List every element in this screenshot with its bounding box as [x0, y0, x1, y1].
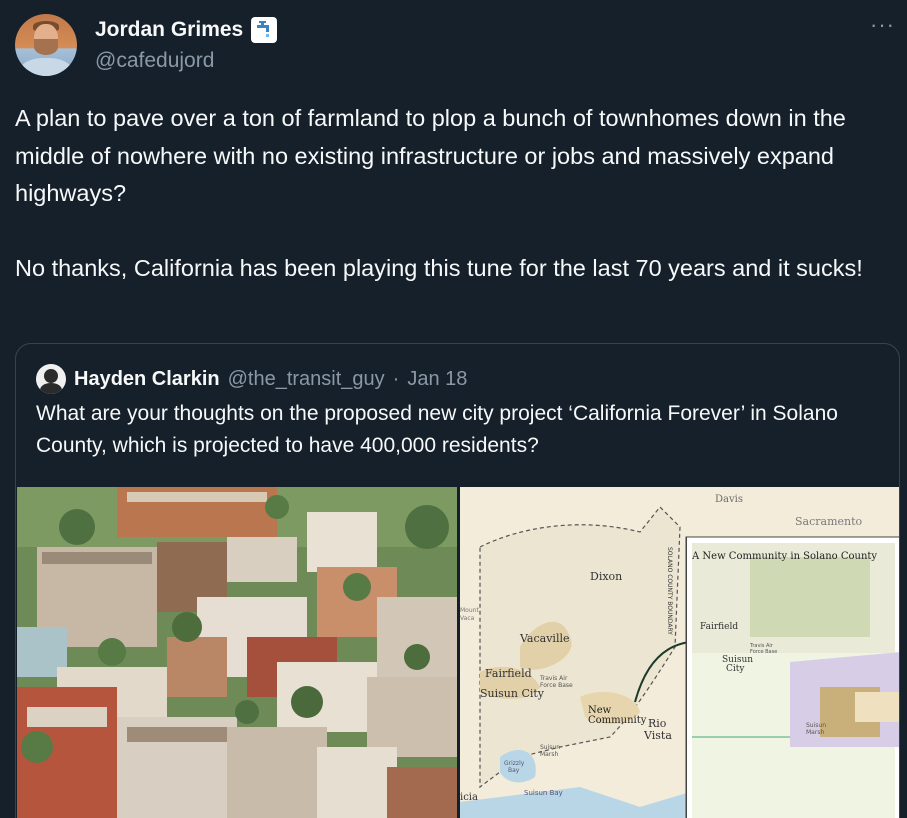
- svg-text:Sacramento: Sacramento: [795, 515, 863, 528]
- more-options-button[interactable]: ···: [870, 12, 895, 38]
- quoted-tweet-header: Hayden Clarkin @the_transit_guy · Jan 18: [36, 364, 467, 394]
- svg-text:A New Community in Solano Coun: A New Community in Solano County: [691, 551, 877, 562]
- svg-text:Force Base: Force Base: [750, 649, 777, 655]
- svg-text:Fairfield: Fairfield: [485, 667, 532, 680]
- quoted-tweet-text: What are your thoughts on the proposed n…: [36, 402, 838, 457]
- quoted-author-name[interactable]: Hayden Clarkin: [74, 368, 220, 391]
- svg-text:Vista: Vista: [643, 729, 672, 742]
- svg-text:City: City: [726, 664, 745, 674]
- svg-text:Travis Air: Travis Air: [539, 675, 568, 682]
- map-image[interactable]: Davis Sacramento Dixon Vacaville Fairfie…: [460, 487, 899, 818]
- svg-text:Grizzly: Grizzly: [504, 760, 525, 767]
- svg-text:Suisun Bay: Suisun Bay: [524, 789, 563, 797]
- svg-text:Marsh: Marsh: [806, 729, 824, 736]
- rendering-image[interactable]: [17, 487, 457, 818]
- quoted-author-avatar[interactable]: [36, 364, 66, 394]
- quoted-date[interactable]: Jan 18: [407, 368, 467, 391]
- svg-text:Dixon: Dixon: [590, 570, 622, 583]
- tweet-text: A plan to pave over a ton of farmland to…: [15, 105, 863, 281]
- author-avatar[interactable]: [15, 14, 77, 76]
- svg-text:SOLANO COUNTY BOUNDARY: SOLANO COUNTY BOUNDARY: [666, 547, 673, 635]
- svg-text:Fairfield: Fairfield: [700, 622, 738, 632]
- faucet-emoji-icon: [251, 17, 278, 43]
- author-handle[interactable]: @cafedujord: [95, 49, 214, 73]
- svg-text:icia: icia: [460, 792, 478, 803]
- author-name[interactable]: Jordan Grimes: [95, 18, 243, 42]
- svg-text:Suisun: Suisun: [806, 722, 826, 729]
- solano-county-map: Davis Sacramento Dixon Vacaville Fairfie…: [460, 487, 899, 818]
- svg-text:Bay: Bay: [508, 767, 520, 774]
- svg-text:Marsh: Marsh: [540, 751, 558, 758]
- svg-text:Community: Community: [588, 715, 647, 726]
- svg-text:Mount: Mount: [460, 607, 479, 614]
- svg-text:Vacaville: Vacaville: [519, 632, 570, 645]
- separator-dot: ·: [392, 367, 400, 390]
- svg-text:Davis: Davis: [715, 494, 743, 505]
- quoted-author-handle[interactable]: @the_transit_guy: [228, 368, 385, 391]
- svg-text:Force Base: Force Base: [540, 682, 573, 689]
- svg-text:Suisun: Suisun: [540, 744, 560, 751]
- quoted-tweet[interactable]: Hayden Clarkin @the_transit_guy · Jan 18…: [15, 343, 900, 818]
- svg-text:Suisun City: Suisun City: [480, 687, 545, 700]
- aerial-townhomes-illustration: [17, 487, 457, 818]
- svg-text:Vaca: Vaca: [460, 615, 475, 622]
- author-name-row[interactable]: Jordan Grimes: [95, 17, 278, 43]
